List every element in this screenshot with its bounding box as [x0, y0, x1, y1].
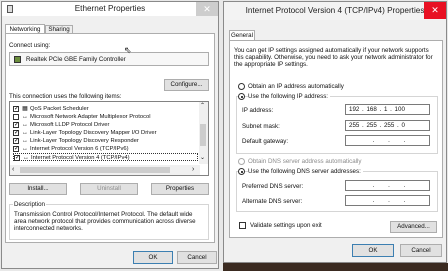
mouse-cursor-icon: ⇖ [124, 45, 132, 55]
protocol-icon: ↔ [23, 155, 29, 161]
cancel-button[interactable]: Cancel [400, 244, 442, 257]
scroll-right-icon[interactable]: › [192, 166, 194, 173]
horizontal-scrollbar[interactable]: ‹ › [10, 165, 200, 175]
adapter-icon [14, 56, 21, 63]
desktop-background [223, 263, 448, 271]
uninstall-button[interactable]: Uninstall [80, 183, 138, 195]
subnet-mask-field[interactable]: 255 . 255 . 255 . 0 [345, 120, 430, 131]
advanced-button[interactable]: Advanced... [390, 221, 437, 233]
ethernet-window-title: Ethernet Properties [74, 4, 146, 13]
ethernet-properties-window: Ethernet Properties ✕ Networking Sharing… [1, 1, 219, 269]
checkbox[interactable] [13, 145, 19, 152]
preferred-dns-label: Preferred DNS server: [242, 183, 304, 190]
scroll-left-icon[interactable]: ‹ [12, 166, 14, 173]
protocol-icon: ↔ [22, 146, 28, 152]
scroll-thumb[interactable] [200, 124, 206, 146]
networking-tab-panel: Connect using: Realtek PCIe GBE Family C… [5, 33, 215, 243]
checkbox[interactable] [13, 114, 19, 120]
ipv4-title-bar[interactable]: Internet Protocol Version 4 (TCP/IPv4) P… [224, 2, 446, 20]
auto-ip-label[interactable]: Obtain an IP address automatically [248, 83, 344, 90]
ip-address-label: IP address: [242, 107, 274, 114]
scroll-up-icon[interactable]: ⌃ [200, 102, 205, 109]
protocol-icon: ↔ [22, 138, 28, 144]
validate-checkbox[interactable] [239, 222, 246, 229]
auto-dns-label[interactable]: Obtain DNS server address automatically [248, 158, 361, 165]
checkbox[interactable] [13, 129, 19, 136]
description-group: Description Transmission Control Protoco… [9, 201, 209, 240]
service-icon: ▦ [22, 106, 28, 112]
default-gateway-label: Default gateway: [242, 138, 289, 145]
ok-button[interactable]: OK [133, 251, 173, 264]
ipv4-window-title: Internet Protocol Version 4 (TCP/IPv4) P… [245, 6, 425, 15]
protocol-icon: ↔ [22, 114, 28, 120]
preferred-dns-field[interactable]: . . . [345, 180, 430, 191]
general-tab-panel: You can get IP settings assigned automat… [229, 40, 443, 238]
checkbox[interactable] [14, 154, 20, 161]
scroll-thumb-horizontal[interactable] [20, 167, 170, 173]
properties-button[interactable]: Properties [151, 183, 209, 195]
adapter-name: Realtek PCIe GBE Family Controller [26, 56, 126, 63]
manual-ip-radio[interactable] [238, 93, 245, 100]
connect-using-label: Connect using: [9, 42, 51, 49]
validate-label[interactable]: Validate settings upon exit [250, 222, 322, 229]
alternate-dns-field[interactable]: . . . [345, 195, 430, 206]
configure-button[interactable]: Configure... [164, 79, 209, 91]
items-list: ▦QoS Packet Scheduler ↔Microsoft Network… [9, 101, 209, 176]
close-icon[interactable]: ✕ [196, 2, 218, 16]
manual-dns-label[interactable]: Use the following DNS server addresses: [248, 168, 363, 175]
intro-text: You can get IP settings assigned automat… [234, 47, 433, 68]
protocol-icon: ↔ [22, 130, 28, 136]
checkbox[interactable] [13, 137, 19, 144]
default-gateway-field[interactable]: . . . [345, 135, 430, 146]
install-button[interactable]: Install... [9, 183, 67, 195]
auto-dns-radio[interactable] [238, 158, 245, 165]
checkbox[interactable] [13, 121, 19, 128]
checkbox[interactable] [13, 105, 19, 112]
close-icon[interactable]: ✕ [424, 2, 446, 19]
network-adapter-icon [7, 5, 13, 13]
ethernet-title-bar[interactable]: Ethernet Properties ✕ [2, 2, 218, 16]
cancel-button[interactable]: Cancel [177, 251, 217, 264]
description-text: Transmission Control Protocol/Internet P… [14, 211, 196, 232]
subnet-mask-label: Subnet mask: [242, 123, 280, 130]
ipv4-properties-window: Internet Protocol Version 4 (TCP/IPv4) P… [223, 1, 447, 263]
items-label: This connection uses the following items… [9, 93, 122, 100]
vertical-scrollbar[interactable]: ⌃ ⌄ [199, 102, 208, 164]
ok-button[interactable]: OK [352, 244, 394, 257]
description-label: Description [13, 201, 46, 208]
ip-address-field[interactable]: 192 . 168 . 1 . 100 [345, 104, 430, 115]
alternate-dns-label: Alternate DNS server: [242, 198, 303, 205]
protocol-icon: ↔ [22, 122, 28, 128]
auto-ip-radio[interactable] [238, 83, 245, 90]
scroll-down-icon[interactable]: ⌄ [200, 154, 205, 161]
manual-dns-radio[interactable] [238, 168, 245, 175]
list-item-selected[interactable]: ↔Internet Protocol Version 4 (TCP/IPv4) [13, 153, 198, 161]
manual-ip-label[interactable]: Use the following IP address: [248, 93, 331, 100]
adapter-field: Realtek PCIe GBE Family Controller [9, 52, 209, 66]
